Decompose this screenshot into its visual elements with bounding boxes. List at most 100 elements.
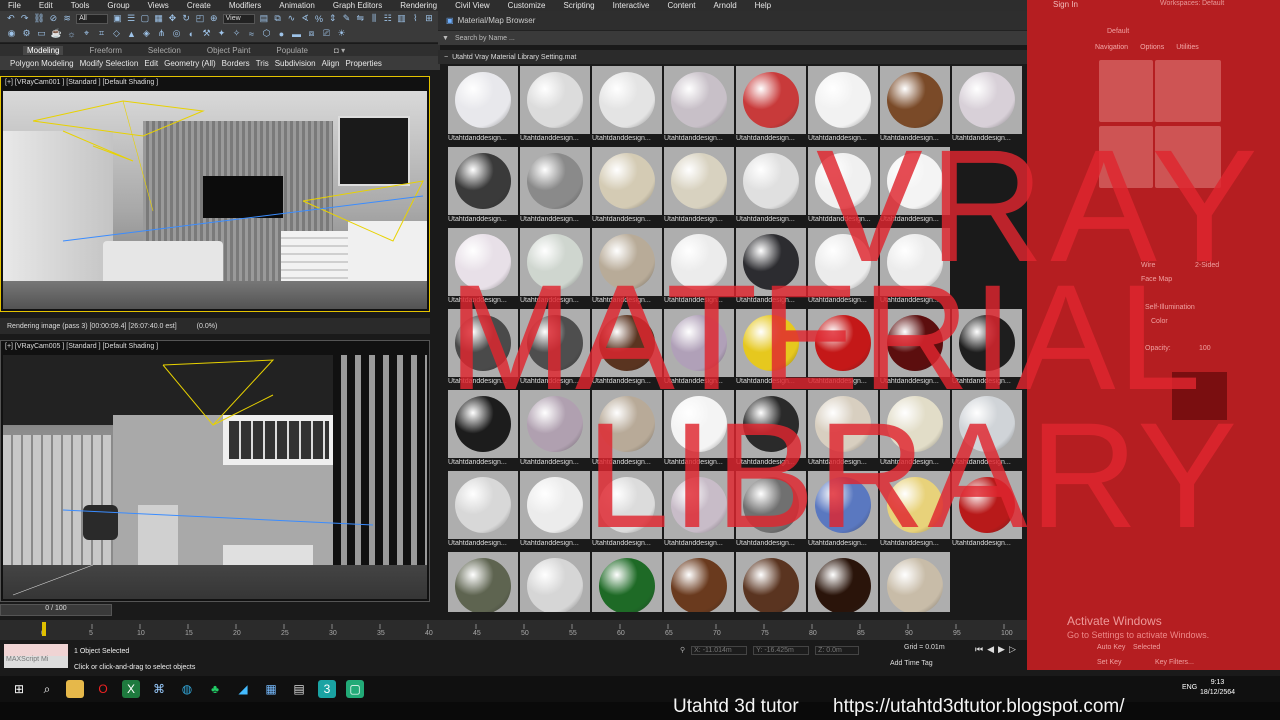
material-swatch[interactable]	[592, 552, 662, 612]
select-icon[interactable]: ▣	[112, 13, 122, 24]
material-swatch[interactable]: Utahtdanddesign...	[808, 66, 878, 145]
camera-icon[interactable]: ⌖	[81, 28, 92, 39]
utilities-icon[interactable]: ⚒	[201, 28, 212, 39]
motion-icon[interactable]: ◎	[171, 28, 182, 39]
align-icon[interactable]: ⫼	[369, 13, 379, 24]
vray-sphere-icon[interactable]: ●	[276, 29, 287, 39]
material-swatch[interactable]: Utahtdanddesign...	[880, 66, 950, 145]
material-swatch[interactable]: Utahtdanddesign...	[520, 390, 590, 469]
link-icon[interactable]: ⛓	[33, 13, 44, 24]
material-swatch[interactable]: Utahtdanddesign...	[448, 66, 518, 145]
app-icon-3[interactable]: ▤	[290, 680, 308, 698]
material-swatch[interactable]: Utahtdanddesign...	[520, 471, 590, 550]
window-crossing-icon[interactable]: ▦	[154, 13, 164, 24]
material-swatch[interactable]: Utahtdanddesign...	[952, 471, 1022, 550]
current-frame-marker[interactable]	[42, 622, 46, 636]
select-by-name-icon[interactable]: ☰	[126, 13, 136, 24]
time-slider[interactable]: 0 / 100	[0, 604, 112, 616]
menu-item-civil-view[interactable]: Civil View	[455, 1, 490, 10]
unlink-icon[interactable]: ⊘	[49, 13, 59, 24]
signin-button[interactable]: Sign In	[1053, 0, 1078, 9]
scale-icon[interactable]: ◰	[195, 13, 205, 24]
z-coordinate[interactable]: Z: 0.0m	[815, 645, 860, 655]
material-swatch[interactable]: Utahtdanddesign...	[736, 390, 806, 469]
material-swatch[interactable]: Utahtdanddesign...	[880, 471, 950, 550]
modify-icon[interactable]: ◈	[141, 28, 152, 39]
tab-modeling[interactable]: Modeling	[23, 45, 64, 55]
tab-navigation[interactable]: Navigation	[1095, 44, 1128, 51]
material-swatch[interactable]: Utahtdanddesign...	[592, 390, 662, 469]
menu-item-interactive[interactable]: Interactive	[613, 1, 650, 10]
material-swatch[interactable]: Utahtdanddesign...	[880, 390, 950, 469]
windows-start-icon[interactable]: ⊞	[10, 680, 28, 698]
menu-item-views[interactable]: Views	[148, 1, 169, 10]
photos-icon[interactable]: ▦	[262, 680, 280, 698]
curve-editor-icon[interactable]: ⌇	[410, 13, 420, 24]
hierarchy-icon[interactable]: ⋔	[156, 28, 167, 39]
material-swatch[interactable]: Utahtdanddesign...	[952, 309, 1022, 388]
menu-item-help[interactable]: Help	[755, 1, 771, 10]
maxscript-listener-box[interactable]	[4, 644, 68, 656]
vray-camera-icon[interactable]: ⎚	[321, 28, 332, 39]
vray-plane-icon[interactable]: ▬	[291, 29, 302, 39]
material-swatch[interactable]: Utahtdanddesign...	[448, 228, 518, 307]
app-icon-4[interactable]: ▢	[346, 680, 364, 698]
material-swatch[interactable]: Utahtdanddesign...	[520, 309, 590, 388]
menu-item-scripting[interactable]: Scripting	[563, 1, 594, 10]
percent-snap-icon[interactable]: %	[314, 14, 324, 24]
material-swatch[interactable]: Utahtdanddesign...	[880, 228, 950, 307]
menu-item-animation[interactable]: Animation	[279, 1, 315, 10]
vray-frame-icon[interactable]: ⧈	[306, 28, 317, 39]
sample-slot[interactable]	[1099, 126, 1153, 188]
ribbon-polygon-modeling[interactable]: Polygon Modeling	[10, 59, 74, 68]
named-sets-icon[interactable]: ✎	[342, 13, 352, 24]
track-bar[interactable]: 0510152025303540455055606570758085909510…	[0, 620, 1040, 640]
wire-checkbox[interactable]: Wire	[1141, 262, 1155, 269]
tab-options[interactable]: Options	[1140, 44, 1164, 51]
material-swatch[interactable]	[736, 552, 806, 612]
light-icon[interactable]: ☼	[66, 29, 77, 39]
material-swatch[interactable]: Utahtdanddesign...	[736, 66, 806, 145]
3dsmax-icon[interactable]: 3	[318, 680, 336, 698]
spinner-snap-icon[interactable]: ⇕	[328, 13, 338, 24]
rotate-icon[interactable]: ↻	[181, 13, 191, 24]
material-swatch[interactable]: Utahtdanddesign...	[736, 471, 806, 550]
material-swatch[interactable]: Utahtdanddesign...	[664, 309, 734, 388]
mirror-tool-icon[interactable]: ⇋	[355, 13, 365, 24]
material-search-bar[interactable]: ▼ Search by Name ...	[438, 31, 1028, 45]
material-swatch[interactable]: Utahtdanddesign...	[664, 228, 734, 307]
tab-default[interactable]: Default	[1107, 28, 1129, 35]
set-key-button[interactable]: Set Key	[1097, 659, 1122, 666]
ribbon-subdivision[interactable]: Subdivision	[275, 59, 316, 68]
material-swatch[interactable]: Utahtdanddesign...	[520, 66, 590, 145]
app-icon[interactable]: ♣	[206, 680, 224, 698]
ribbon-geometry[interactable]: Geometry (All)	[164, 59, 216, 68]
placement-icon[interactable]: ⊕	[209, 13, 219, 24]
material-swatch[interactable]: Utahtdanddesign...	[736, 228, 806, 307]
geometry-icon[interactable]: ▲	[126, 29, 137, 39]
language-indicator[interactable]: ENG	[1182, 684, 1197, 691]
material-swatch[interactable]: Utahtdanddesign...	[520, 228, 590, 307]
tab-utilities[interactable]: Utilities	[1176, 44, 1199, 51]
menu-item-tools[interactable]: Tools	[71, 1, 90, 10]
prev-frame-icon[interactable]: ◀	[987, 644, 994, 656]
ribbon-edit[interactable]: Edit	[144, 59, 158, 68]
material-swatch[interactable]	[448, 552, 518, 612]
search-icon[interactable]: ⌕	[38, 680, 56, 698]
maxscript-mini-listener[interactable]: MAXScript Mi	[4, 656, 68, 668]
undo-icon[interactable]: ↶	[6, 13, 16, 24]
shape-icon[interactable]: ◇	[111, 28, 122, 39]
key-filters-button[interactable]: Key Filters...	[1155, 659, 1194, 666]
collapse-icon[interactable]: −	[444, 54, 448, 61]
bind-icon[interactable]: ≋	[62, 13, 72, 24]
viewport-label[interactable]: [+] [VRayCam005 ] [Standard ] [Default S…	[5, 343, 158, 350]
layer-icon[interactable]: ☷	[383, 13, 393, 24]
material-swatch[interactable]	[664, 552, 734, 612]
add-time-tag[interactable]: Add Time Tag	[890, 660, 933, 667]
material-swatch[interactable]: Utahtdanddesign...	[664, 471, 734, 550]
material-swatch[interactable]: Utahtdanddesign...	[736, 309, 806, 388]
opacity-value[interactable]: 100	[1199, 345, 1211, 352]
ribbon-modify-selection[interactable]: Modify Selection	[80, 59, 139, 68]
material-swatch[interactable]: Utahtdanddesign...	[664, 66, 734, 145]
viewport-label[interactable]: [+] [VRayCam001 ] [Standard ] [Default S…	[5, 79, 158, 86]
